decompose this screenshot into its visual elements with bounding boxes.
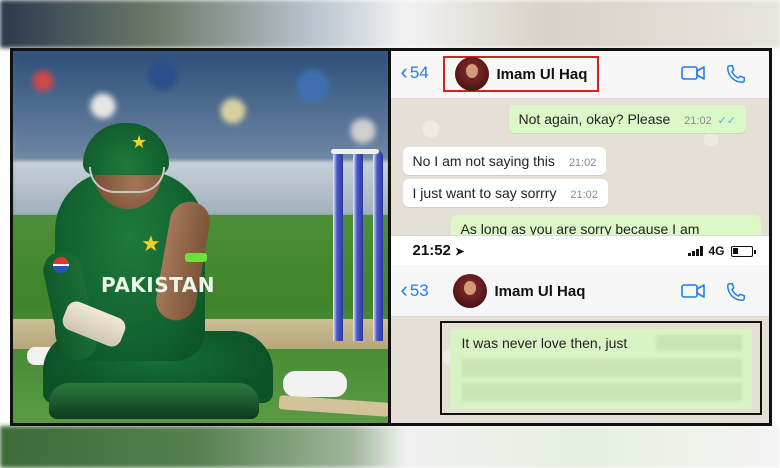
network-type: 4G [708, 244, 725, 258]
message-text: It was never love then, just [461, 335, 628, 351]
chevron-left-icon: ‹ [400, 276, 408, 302]
contact-header[interactable]: Imam Ul Haq [443, 273, 596, 309]
cricketer-photo: ★ ★ PAKISTAN [13, 51, 388, 423]
chevron-left-icon: ‹ [400, 58, 408, 84]
star-icon: ★ [131, 132, 148, 152]
battery-icon [730, 245, 756, 257]
message-bubble-outgoing-redacted: It was never love then, just [449, 329, 752, 409]
read-receipt-icon: ✓✓ [717, 115, 737, 127]
video-call-icon[interactable] [680, 283, 705, 299]
jersey-text: PAKISTAN [101, 273, 215, 297]
status-indicators: 4G [687, 244, 756, 258]
contact-header[interactable]: Imam Ul Haq [442, 56, 600, 92]
blurred-background-top [0, 0, 780, 48]
message-time: 21:02 [570, 189, 598, 201]
location-arrow-icon: ➤ [455, 246, 465, 258]
avatar [452, 274, 487, 308]
status-bar: 21:52 ➤ 4G [390, 235, 769, 265]
message-text: Not again, okay? Please [518, 111, 671, 127]
unread-count: 54 [409, 63, 429, 82]
clock-text: 21:52 [412, 242, 451, 259]
signal-strength-icon [687, 246, 703, 256]
message-bubble-incoming: No I am not saying this 21:02 [402, 147, 607, 175]
batting-pads [49, 383, 259, 419]
message-time: 21:02 [568, 157, 597, 169]
pixelated-redaction [461, 359, 742, 377]
batting-gloves [283, 371, 347, 397]
status-time: 21:52 ➤ [413, 242, 465, 259]
chat-header-bottom: ‹ 53 Imam Ul Haq [390, 265, 769, 317]
avatar [454, 57, 489, 91]
highlight-box: It was never love then, just [439, 321, 762, 415]
wristband [185, 253, 207, 262]
stadium-crowd [13, 51, 388, 161]
stump-icon [353, 151, 363, 341]
collage-frame: ★ ★ PAKISTAN ‹ 54 Imam Ul Haq Not again,… [10, 48, 772, 426]
message-time: 21:02 [684, 115, 712, 127]
video-call-icon[interactable] [680, 65, 705, 81]
phone-call-icon[interactable] [725, 63, 747, 85]
pixelated-redaction [655, 335, 742, 351]
pixelated-redaction [461, 383, 742, 401]
stump-icon [373, 151, 383, 341]
message-bubble-incoming: I just want to say sorrry 21:02 [402, 179, 608, 207]
back-button[interactable]: ‹ 53 [400, 276, 429, 302]
contact-name: Imam Ul Haq [496, 65, 588, 83]
message-text: No I am not saying this [412, 153, 555, 169]
bails [331, 149, 379, 154]
phone-call-icon[interactable] [725, 281, 747, 303]
contact-name: Imam Ul Haq [494, 282, 586, 300]
pepsi-logo-icon [53, 257, 69, 273]
star-icon: ★ [141, 231, 161, 256]
chat-screenshots: ‹ 54 Imam Ul Haq Not again, okay? Please… [390, 51, 769, 423]
chat-messages-bottom: It was never love then, just [390, 317, 769, 423]
unread-count: 53 [409, 281, 429, 300]
message-text: I just want to say sorrry [412, 185, 557, 201]
chat-header-top: ‹ 54 Imam Ul Haq [390, 51, 769, 99]
chat-messages-top: Not again, okay? Please 21:02 ✓✓ No I am… [390, 99, 769, 243]
message-bubble-outgoing: Not again, okay? Please 21:02 ✓✓ [508, 105, 747, 133]
blurred-background-bottom [0, 426, 780, 468]
stump-icon [333, 151, 343, 341]
back-button[interactable]: ‹ 54 [400, 58, 429, 84]
